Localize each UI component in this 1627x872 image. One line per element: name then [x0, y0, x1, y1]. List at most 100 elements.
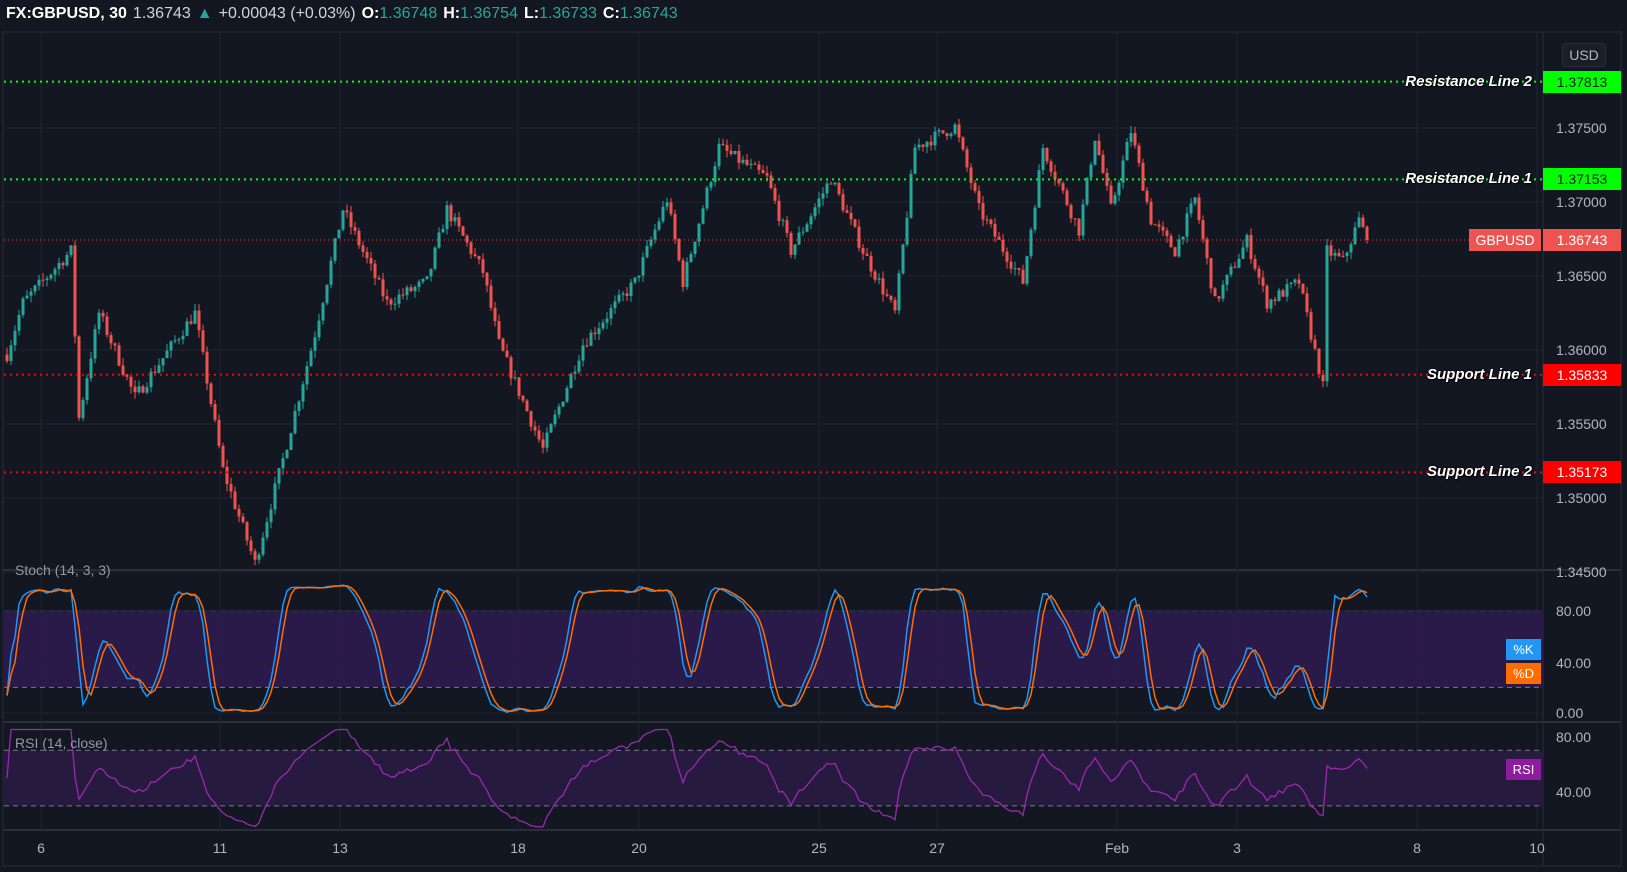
candle-body	[1201, 220, 1205, 240]
candle-body	[1269, 299, 1273, 309]
symbol-price-tag: GBPUSD	[1469, 229, 1541, 252]
candle-body	[1193, 197, 1197, 204]
candle-body	[177, 339, 181, 341]
candle-body	[701, 208, 705, 224]
candle-body	[221, 445, 225, 467]
candle-body	[205, 351, 209, 384]
candle-body	[925, 141, 929, 147]
time-axis-label: 13	[332, 840, 348, 856]
candle-body	[1241, 247, 1245, 259]
candle-body	[989, 219, 993, 224]
level-label[interactable]: Support Line 2	[1427, 463, 1532, 480]
candle-body	[729, 150, 733, 154]
candle-body	[285, 449, 289, 459]
candle-body	[361, 245, 365, 252]
candle-body	[537, 430, 541, 440]
candle-body	[225, 466, 229, 485]
candle-body	[277, 468, 281, 484]
level-label[interactable]: Support Line 1	[1427, 366, 1532, 383]
candle-body	[609, 308, 613, 319]
candle-body	[1333, 252, 1337, 256]
candle-body	[13, 330, 17, 346]
candle-body	[301, 384, 305, 402]
candle-body	[597, 328, 601, 335]
candle-body	[1353, 227, 1357, 245]
candle-body	[273, 483, 277, 510]
candle-body	[1089, 164, 1093, 178]
rsi-title[interactable]: RSI (14, close)	[15, 735, 108, 751]
candle-body	[725, 144, 729, 151]
currency-button[interactable]: USD	[1562, 43, 1606, 67]
candle-body	[165, 350, 169, 359]
candle-body	[1049, 161, 1053, 172]
candle-body	[73, 245, 77, 337]
candle-body	[1101, 154, 1105, 173]
candle-body	[373, 263, 377, 279]
candle-body	[1137, 145, 1141, 163]
candle-body	[109, 335, 113, 344]
candle-body	[921, 144, 925, 147]
candle-body	[189, 321, 193, 324]
candle-body	[197, 310, 201, 331]
candle-body	[1277, 290, 1281, 301]
level-label[interactable]: Resistance Line 1	[1405, 170, 1532, 187]
candle-body	[673, 213, 677, 240]
candle-body	[269, 509, 273, 523]
candle-body	[969, 167, 973, 184]
candle-body	[861, 247, 865, 254]
candle-body	[709, 182, 713, 188]
candle-body	[1257, 268, 1261, 278]
candle-body	[1337, 252, 1341, 256]
candle-body	[893, 300, 897, 311]
candle-body	[1145, 190, 1149, 202]
candle-body	[517, 377, 521, 396]
candle-body	[1009, 261, 1013, 269]
candle-body	[157, 365, 161, 373]
candle-body	[545, 432, 549, 448]
candle-body	[29, 291, 33, 296]
candle-body	[589, 332, 593, 346]
candle-body	[1173, 247, 1177, 257]
candle-body	[97, 312, 101, 330]
candle-body	[809, 216, 813, 225]
candle-body	[805, 224, 809, 232]
chart-canvas[interactable]	[0, 0, 1627, 872]
candle-body	[1357, 217, 1361, 228]
candle-body	[349, 212, 353, 228]
candle-body	[289, 433, 293, 450]
candle-body	[1021, 269, 1025, 284]
candle-body	[649, 239, 653, 246]
candle-body	[45, 278, 49, 281]
candle-body	[797, 232, 801, 245]
candle-body	[1341, 255, 1345, 257]
candle-body	[357, 230, 361, 246]
candle-body	[141, 386, 145, 393]
candle-body	[345, 210, 349, 213]
candle-body	[845, 210, 849, 213]
candle-body	[397, 294, 401, 304]
candle-body	[421, 278, 425, 282]
candle-body	[477, 256, 481, 260]
candle-body	[993, 223, 997, 237]
candle-body	[1189, 203, 1193, 214]
candle-body	[677, 239, 681, 261]
candle-body	[137, 386, 141, 393]
candle-body	[781, 220, 785, 222]
candle-body	[569, 373, 573, 389]
candle-body	[869, 255, 873, 272]
candle-body	[1233, 266, 1237, 268]
candle-body	[837, 182, 841, 195]
candle-body	[1197, 197, 1201, 221]
candle-body	[773, 188, 777, 201]
candle-body	[201, 330, 205, 352]
level-label[interactable]: Resistance Line 2	[1405, 73, 1532, 90]
candle-body	[1237, 258, 1241, 268]
candle-body	[641, 257, 645, 276]
candle-body	[605, 318, 609, 323]
candle-body	[745, 159, 749, 165]
stoch-title[interactable]: Stoch (14, 3, 3)	[15, 562, 111, 578]
candle-body	[1225, 274, 1229, 285]
candle-body	[665, 202, 669, 207]
candle-body	[841, 194, 845, 211]
stoch-d-legend: %D	[1506, 663, 1541, 684]
